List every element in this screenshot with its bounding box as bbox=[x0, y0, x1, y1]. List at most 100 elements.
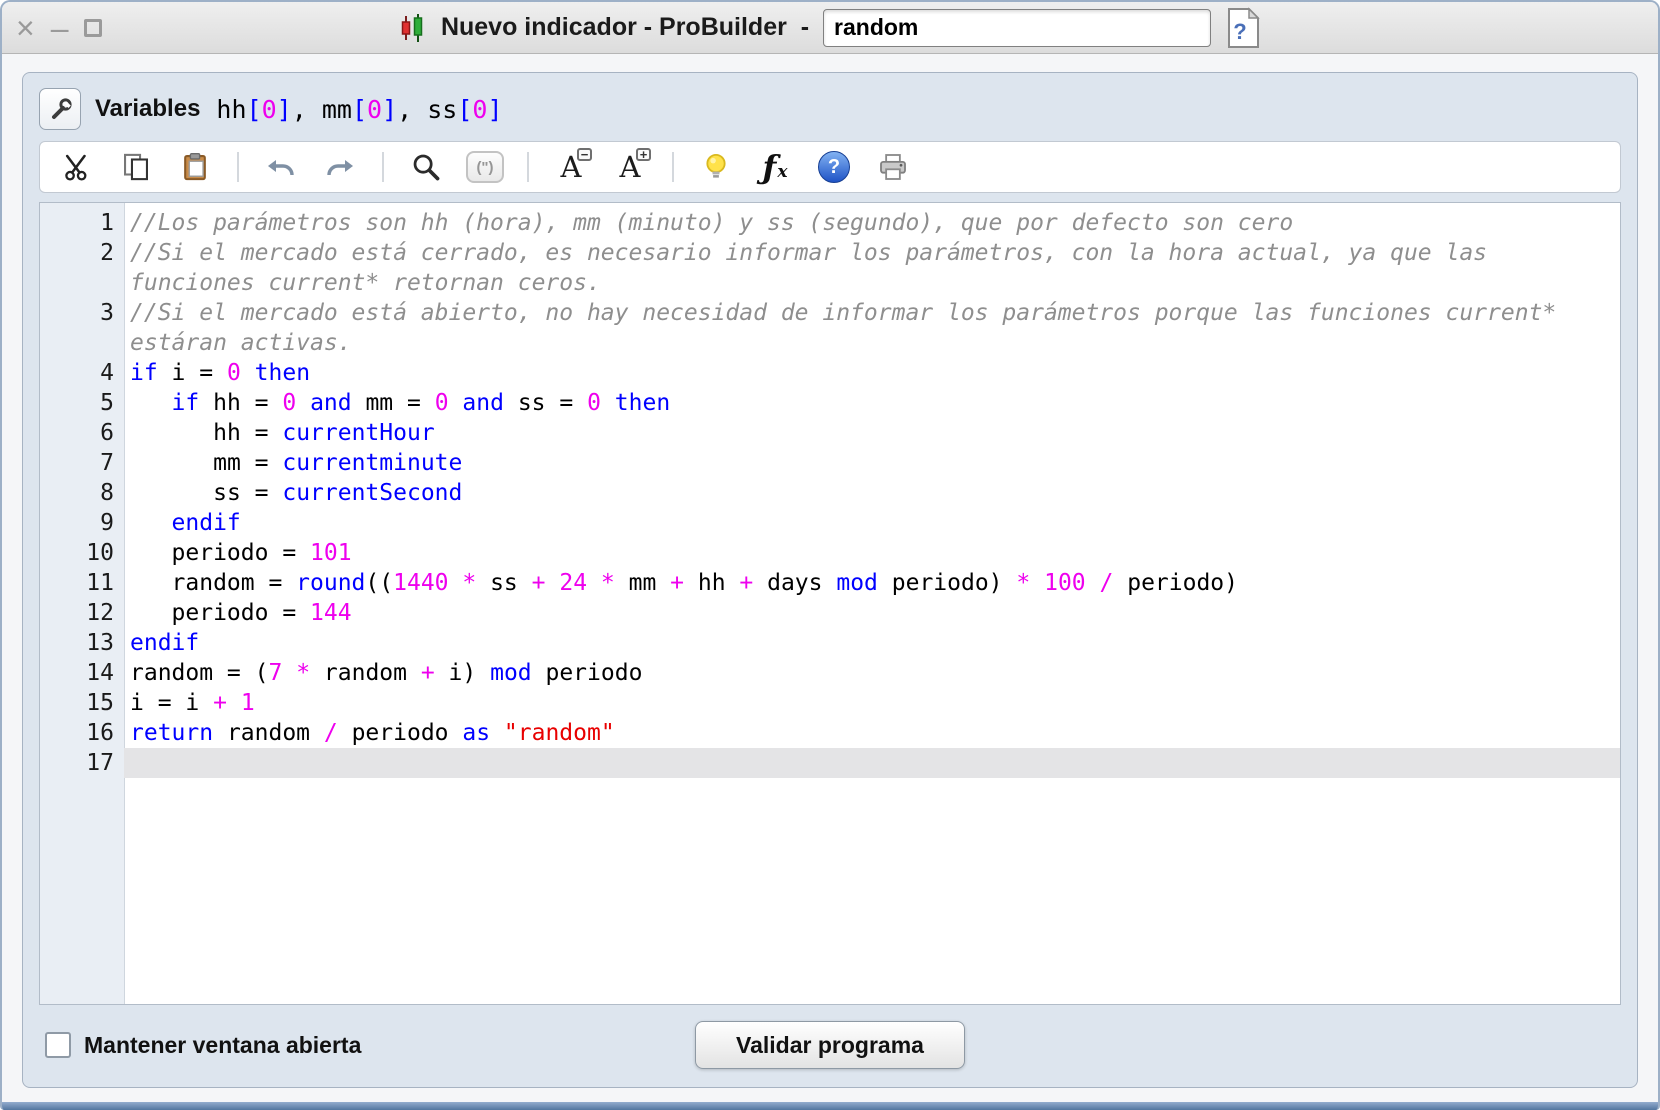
font-increase-button[interactable]: A + bbox=[609, 146, 651, 188]
toolbar-separator bbox=[672, 152, 674, 182]
search-button[interactable] bbox=[405, 146, 447, 188]
variable-token-kw: [ bbox=[352, 95, 367, 124]
token-pl: hh = bbox=[199, 390, 282, 416]
line-number: 4 bbox=[40, 358, 124, 388]
code-content: mm = currentminute bbox=[124, 448, 1620, 478]
line-number: 3 bbox=[40, 298, 124, 358]
cut-button[interactable] bbox=[56, 146, 98, 188]
variable-token-pl: hh bbox=[216, 95, 246, 124]
line-number: 1 bbox=[40, 208, 124, 238]
line-number: 9 bbox=[40, 508, 124, 538]
code-content: periodo = 101 bbox=[124, 538, 1620, 568]
code-line-8[interactable]: 8 ss = currentSecond bbox=[40, 478, 1620, 508]
token-pl: random = ( bbox=[130, 660, 268, 686]
token-pl bbox=[241, 360, 255, 386]
token-comment: //Si el mercado está cerrado, es necesar… bbox=[130, 240, 1501, 296]
code-line-2[interactable]: 2//Si el mercado está cerrado, es necesa… bbox=[40, 238, 1620, 298]
code-content: endif bbox=[124, 508, 1620, 538]
copy-button[interactable] bbox=[115, 146, 157, 188]
token-pl: i = bbox=[158, 360, 227, 386]
code-line-5[interactable]: 5 if hh = 0 and mm = 0 and ss = 0 then bbox=[40, 388, 1620, 418]
code-line-14[interactable]: 14random = (7 * random + i) mod periodo bbox=[40, 658, 1620, 688]
comment-button[interactable]: (") bbox=[464, 146, 506, 188]
token-pl bbox=[227, 690, 241, 716]
token-fn: currentHour bbox=[282, 420, 434, 446]
code-editor[interactable]: 1//Los parámetros son hh (hora), mm (min… bbox=[39, 202, 1621, 1005]
indicator-name-input[interactable] bbox=[823, 9, 1211, 47]
token-pl: i = i bbox=[130, 690, 213, 716]
token-pl bbox=[545, 570, 559, 596]
code-line-7[interactable]: 7 mm = currentminute bbox=[40, 448, 1620, 478]
code-line-13[interactable]: 13endif bbox=[40, 628, 1620, 658]
code-line-4[interactable]: 4if i = 0 then bbox=[40, 358, 1620, 388]
token-op: * bbox=[601, 570, 615, 596]
close-button[interactable]: × bbox=[16, 12, 35, 44]
code-line-12[interactable]: 12 periodo = 144 bbox=[40, 598, 1620, 628]
line-number: 11 bbox=[40, 568, 124, 598]
code-line-1[interactable]: 1//Los parámetros son hh (hora), mm (min… bbox=[40, 208, 1620, 238]
code-line-10[interactable]: 10 periodo = 101 bbox=[40, 538, 1620, 568]
token-pl bbox=[130, 390, 172, 416]
token-op: * bbox=[1016, 570, 1030, 596]
printer-icon bbox=[877, 152, 909, 182]
variables-label: Variables bbox=[95, 95, 200, 123]
token-op: + bbox=[532, 570, 546, 596]
svg-text:?: ? bbox=[1233, 19, 1246, 44]
token-comment: //Si el mercado está abierto, no hay nec… bbox=[130, 300, 1570, 356]
help-doc-icon[interactable]: ? bbox=[1225, 7, 1261, 49]
token-op: + bbox=[670, 570, 684, 596]
variables-settings-button[interactable] bbox=[39, 88, 81, 130]
code-content: endif bbox=[124, 628, 1620, 658]
undo-button[interactable] bbox=[260, 146, 302, 188]
code-line-9[interactable]: 9 endif bbox=[40, 508, 1620, 538]
help-button[interactable]: ? bbox=[813, 146, 855, 188]
redo-button[interactable] bbox=[319, 146, 361, 188]
variable-token-kw: ] bbox=[277, 95, 292, 124]
minus-badge-icon: − bbox=[577, 148, 592, 161]
token-pl: days bbox=[753, 570, 836, 596]
token-num: 1 bbox=[241, 690, 255, 716]
insert-function-button[interactable]: ƒx bbox=[754, 146, 796, 188]
code-content: random = (7 * random + i) mod periodo bbox=[124, 658, 1620, 688]
token-pl bbox=[449, 390, 463, 416]
code-content: if i = 0 then bbox=[124, 358, 1620, 388]
fx-icon: ƒx bbox=[763, 152, 788, 182]
window-title: Nuevo indicador - ProBuilder - bbox=[441, 13, 809, 42]
token-pl bbox=[601, 390, 615, 416]
code-content: //Los parámetros son hh (hora), mm (minu… bbox=[124, 208, 1620, 238]
title-bar: × – Nuevo indicador - ProBuilder - ? bbox=[2, 2, 1658, 54]
code-line-16[interactable]: 16return random / periodo as "random" bbox=[40, 718, 1620, 748]
code-content: i = i + 1 bbox=[124, 688, 1620, 718]
window-bottom-edge bbox=[2, 1102, 1658, 1110]
code-line-11[interactable]: 11 random = round((1440 * ss + 24 * mm +… bbox=[40, 568, 1620, 598]
token-kw: as bbox=[462, 720, 490, 746]
token-pl: mm = bbox=[130, 450, 282, 476]
token-op: + bbox=[739, 570, 753, 596]
code-line-3[interactable]: 3//Si el mercado está abierto, no hay ne… bbox=[40, 298, 1620, 358]
hint-button[interactable] bbox=[695, 146, 737, 188]
token-num: 144 bbox=[310, 600, 352, 626]
validate-program-button[interactable]: Validar programa bbox=[695, 1021, 965, 1069]
code-lines: 1//Los parámetros son hh (hora), mm (min… bbox=[40, 208, 1620, 778]
font-decrease-button[interactable]: A − bbox=[550, 146, 592, 188]
minimize-button[interactable]: – bbox=[51, 12, 69, 44]
candlestick-app-icon bbox=[399, 12, 427, 44]
code-line-6[interactable]: 6 hh = currentHour bbox=[40, 418, 1620, 448]
token-fn: currentSecond bbox=[282, 480, 462, 506]
token-pl: periodo = bbox=[130, 600, 310, 626]
line-number: 5 bbox=[40, 388, 124, 418]
paste-button[interactable] bbox=[174, 146, 216, 188]
maximize-button[interactable] bbox=[84, 19, 102, 37]
token-pl: ss = bbox=[130, 480, 282, 506]
toolbar-separator bbox=[237, 152, 239, 182]
token-pl bbox=[130, 510, 172, 536]
print-button[interactable] bbox=[872, 146, 914, 188]
code-line-15[interactable]: 15i = i + 1 bbox=[40, 688, 1620, 718]
lightbulb-icon bbox=[702, 152, 730, 182]
token-kw: then bbox=[615, 390, 670, 416]
search-icon bbox=[411, 152, 441, 182]
keep-open-checkbox[interactable] bbox=[45, 1032, 71, 1058]
code-line-17[interactable]: 17 bbox=[40, 748, 1620, 778]
token-pl bbox=[1086, 570, 1100, 596]
editor-toolbar: (") A − A + bbox=[39, 141, 1621, 193]
